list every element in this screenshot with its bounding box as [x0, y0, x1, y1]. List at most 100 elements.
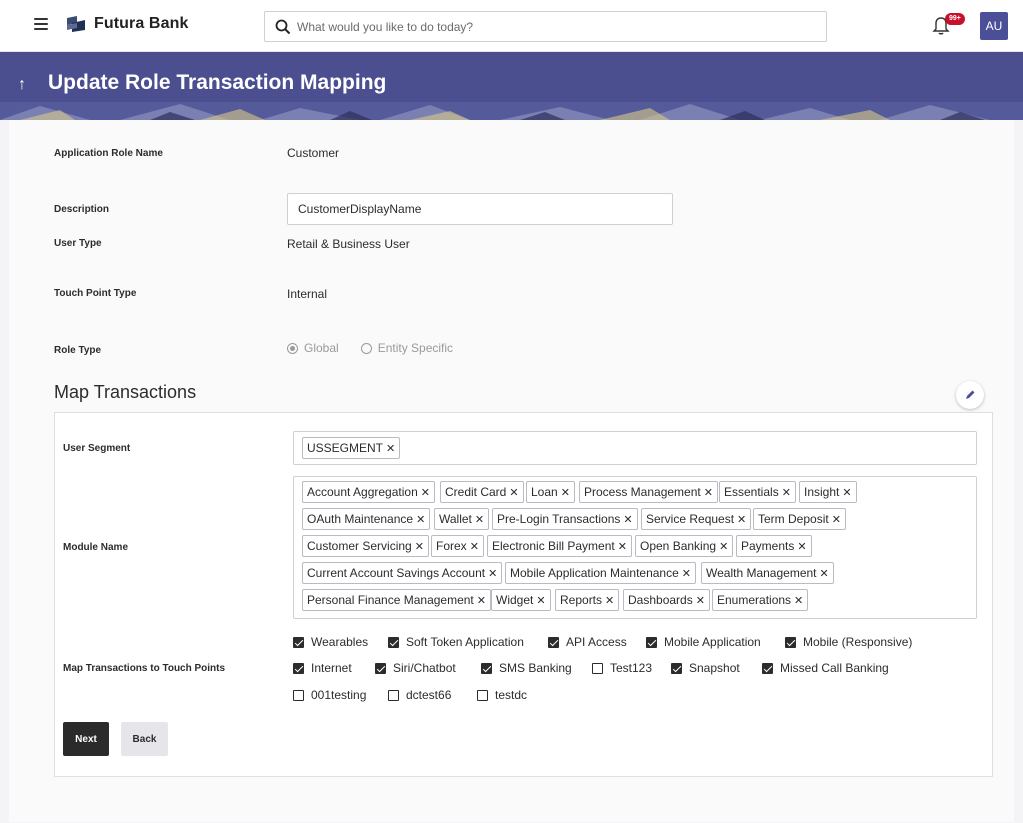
- up-arrow-icon[interactable]: ↑: [18, 76, 26, 94]
- next-button[interactable]: Next: [63, 722, 109, 756]
- checkbox-checked-icon: [548, 636, 559, 648]
- search-bar[interactable]: [264, 11, 827, 42]
- touch-point-checkbox[interactable]: Mobile (Responsive): [785, 635, 912, 649]
- touch-point-checkbox[interactable]: Soft Token Application: [388, 635, 524, 649]
- module-tag[interactable]: Open Banking ✕: [635, 535, 734, 557]
- checkbox-checked-icon: [293, 636, 304, 648]
- page-title: Update Role Transaction Mapping: [48, 71, 387, 94]
- module-tag[interactable]: Wealth Management ✕: [701, 562, 834, 584]
- close-icon[interactable]: ✕: [561, 487, 570, 499]
- brand-name[interactable]: Futura Bank: [94, 15, 188, 33]
- module-tag[interactable]: Pre-Login Transactions ✕: [492, 508, 638, 530]
- tag-label: Wealth Management: [706, 566, 817, 580]
- module-tag[interactable]: Payments ✕: [736, 535, 812, 557]
- edit-button[interactable]: [956, 381, 984, 409]
- close-icon[interactable]: ✕: [623, 514, 632, 526]
- role-type-entity-specific-radio[interactable]: Entity Specific: [360, 341, 453, 355]
- module-tag[interactable]: Wallet ✕: [434, 508, 490, 530]
- touch-point-checkbox[interactable]: Siri/Chatbot: [375, 661, 456, 675]
- checkbox-label: Mobile Application: [664, 635, 761, 649]
- close-icon[interactable]: ✕: [797, 541, 806, 553]
- close-icon[interactable]: ✕: [737, 514, 746, 526]
- module-tag[interactable]: Process Management ✕: [579, 481, 718, 503]
- checkbox-label: Mobile (Responsive): [803, 635, 913, 649]
- user-type-label: User Type: [54, 238, 102, 249]
- close-icon[interactable]: ✕: [421, 487, 430, 499]
- user-segment-tag[interactable]: USSEGMENT ✕: [302, 437, 401, 459]
- checkbox-label: dctest66: [406, 688, 452, 702]
- close-icon[interactable]: ✕: [386, 443, 395, 455]
- module-tag[interactable]: Personal Finance Management ✕: [302, 589, 491, 611]
- checkbox-checked-icon: [785, 636, 796, 648]
- close-icon[interactable]: ✕: [470, 541, 479, 553]
- close-icon[interactable]: ✕: [832, 514, 841, 526]
- module-name-label: Module Name: [63, 542, 129, 553]
- search-input[interactable]: [297, 12, 817, 41]
- checkbox-checked-icon: [671, 662, 682, 674]
- description-field[interactable]: [287, 193, 673, 225]
- close-icon[interactable]: ✕: [820, 568, 829, 580]
- tag-label: Mobile Application Maintenance: [510, 566, 679, 580]
- close-icon[interactable]: ✕: [475, 514, 484, 526]
- radio-checked-icon: [287, 342, 298, 354]
- touch-point-checkbox[interactable]: SMS Banking: [481, 661, 572, 675]
- close-icon[interactable]: ✕: [704, 487, 713, 499]
- module-tag[interactable]: Forex ✕: [431, 535, 484, 557]
- checkbox-checked-icon: [762, 662, 773, 674]
- close-icon[interactable]: ✕: [782, 487, 791, 499]
- role-type-label: Role Type: [54, 345, 102, 356]
- module-tag[interactable]: Customer Servicing ✕: [302, 535, 429, 557]
- close-icon[interactable]: ✕: [509, 487, 518, 499]
- module-tag[interactable]: OAuth Maintenance ✕: [302, 508, 431, 530]
- close-icon[interactable]: ✕: [477, 595, 486, 607]
- checkbox-label: Snapshot: [689, 661, 740, 675]
- checkbox-unchecked-icon: [592, 662, 603, 674]
- module-tag[interactable]: Mobile Application Maintenance ✕: [505, 562, 696, 584]
- close-icon[interactable]: ✕: [605, 595, 614, 607]
- tag-label: Dashboards: [628, 593, 693, 607]
- module-tag[interactable]: Account Aggregation ✕: [302, 481, 435, 503]
- back-button[interactable]: Back: [121, 722, 168, 756]
- close-icon[interactable]: ✕: [719, 541, 728, 553]
- module-tag[interactable]: Essentials ✕: [719, 481, 796, 503]
- role-type-global-radio[interactable]: Global: [287, 341, 339, 355]
- checkbox-label: Missed Call Banking: [780, 661, 889, 675]
- module-tag[interactable]: Widget ✕: [491, 589, 551, 611]
- close-icon[interactable]: ✕: [696, 595, 705, 607]
- touch-point-checkbox[interactable]: 001testing: [293, 688, 366, 702]
- close-icon[interactable]: ✕: [618, 541, 627, 553]
- close-icon[interactable]: ✕: [842, 487, 851, 499]
- module-tag[interactable]: Service Request ✕: [641, 508, 752, 530]
- module-tag[interactable]: Enumerations ✕: [712, 589, 809, 611]
- touch-point-checkbox[interactable]: Mobile Application: [646, 635, 761, 649]
- touch-point-checkbox[interactable]: testdc: [477, 688, 527, 702]
- touch-point-checkbox[interactable]: API Access: [548, 635, 627, 649]
- module-tag[interactable]: Electronic Bill Payment ✕: [487, 535, 632, 557]
- checkbox-unchecked-icon: [388, 689, 399, 701]
- close-icon[interactable]: ✕: [536, 595, 545, 607]
- module-tag[interactable]: Reports ✕: [555, 589, 620, 611]
- touch-point-checkbox[interactable]: Test123: [592, 661, 652, 675]
- module-tag[interactable]: Insight ✕: [799, 481, 857, 503]
- touch-point-checkbox[interactable]: Missed Call Banking: [762, 661, 889, 675]
- touch-point-checkbox[interactable]: Wearables: [293, 635, 368, 649]
- touch-point-checkbox[interactable]: dctest66: [388, 688, 451, 702]
- close-icon[interactable]: ✕: [488, 568, 497, 580]
- avatar[interactable]: AU: [980, 12, 1008, 40]
- module-tag[interactable]: Loan ✕: [526, 481, 575, 503]
- role-type-global-label: Global: [304, 341, 339, 355]
- hamburger-menu-icon[interactable]: [34, 18, 48, 30]
- close-icon[interactable]: ✕: [415, 541, 424, 553]
- checkbox-label: Siri/Chatbot: [393, 661, 456, 675]
- role-type-radio-group: Global Entity Specific: [287, 341, 475, 355]
- close-icon[interactable]: ✕: [682, 568, 691, 580]
- close-icon[interactable]: ✕: [416, 514, 425, 526]
- module-tag[interactable]: Term Deposit ✕: [753, 508, 846, 530]
- touch-point-checkbox[interactable]: Internet: [293, 661, 352, 675]
- close-icon[interactable]: ✕: [794, 595, 803, 607]
- touch-point-checkbox[interactable]: Snapshot: [671, 661, 740, 675]
- module-tag[interactable]: Current Account Savings Account ✕: [302, 562, 503, 584]
- module-tag[interactable]: Dashboards ✕: [623, 589, 710, 611]
- module-tag[interactable]: Credit Card ✕: [440, 481, 524, 503]
- checkbox-checked-icon: [388, 636, 399, 648]
